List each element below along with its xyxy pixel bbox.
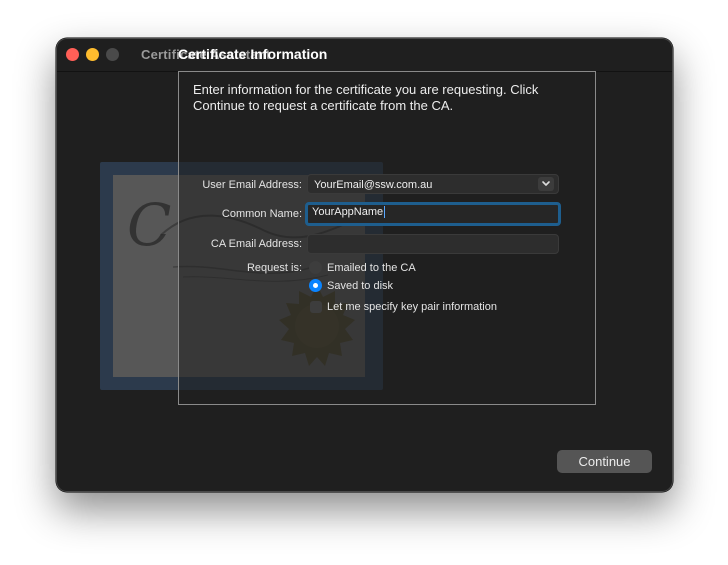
common-name-value: YourAppName (312, 206, 384, 218)
continue-button[interactable]: Continue (557, 450, 652, 473)
radio-saved-to-disk[interactable] (309, 279, 322, 292)
close-button[interactable] (66, 48, 79, 61)
ca-email-label: CA Email Address: (210, 238, 302, 250)
intro-text: Enter information for the certificate yo… (193, 82, 539, 113)
minimize-button[interactable] (86, 48, 99, 61)
option-saved-label[interactable]: Saved to disk (327, 280, 393, 292)
key-pair-label[interactable]: Let me specify key pair information (327, 301, 497, 313)
user-email-label: User Email Address: (202, 179, 302, 191)
radio-emailed-to-ca[interactable] (309, 261, 322, 274)
key-pair-checkbox[interactable] (310, 301, 322, 313)
common-name-label: Common Name: (221, 208, 302, 220)
ca-email-input[interactable] (307, 234, 559, 254)
dropdown-button[interactable] (538, 177, 554, 191)
request-is-label: Request is: (246, 262, 302, 274)
title-bar[interactable]: Certificate Assistant (57, 39, 672, 71)
text-caret (384, 206, 386, 219)
user-email-combobox[interactable]: YourEmail@ssw.com.au (307, 174, 559, 194)
common-name-input[interactable]: YourAppName (305, 202, 561, 226)
zoom-button[interactable] (106, 48, 119, 61)
option-emailed-label[interactable]: Emailed to the CA (327, 262, 416, 274)
section-heading: Certificate Information (178, 46, 328, 62)
chevron-down-icon (542, 181, 550, 186)
user-email-value: YourEmail@ssw.com.au (314, 179, 433, 191)
